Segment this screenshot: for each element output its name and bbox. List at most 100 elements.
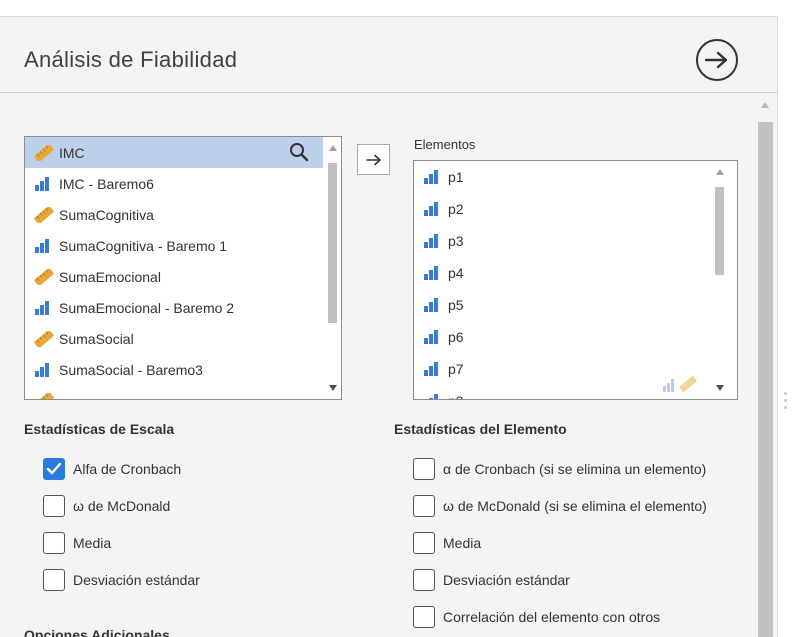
move-to-elements-button[interactable] [357, 144, 390, 175]
option-checkbox[interactable]: Correlación del elemento con otros [413, 606, 660, 628]
ordinal-variable-icon [422, 361, 444, 377]
ordinal-variable-icon [422, 265, 444, 281]
resize-handle[interactable] [783, 392, 789, 416]
list-item-label: SumaSocial - Baremo3 [59, 361, 203, 378]
top-strip [0, 0, 794, 16]
ordinal-variable-icon [422, 297, 444, 313]
checkbox-icon[interactable] [413, 569, 435, 591]
list-item[interactable]: SumaEmocional - Baremo 2 [25, 292, 323, 323]
list-item[interactable]: SumaCognitiva - Baremo 1 [25, 230, 323, 261]
search-icon[interactable] [289, 142, 309, 162]
list-item[interactable]: SumaSocial - Baremo3 [25, 354, 323, 385]
variables-list[interactable]: IMC IMC - Baremo6 SumaCognitiva SumaCogniti… [24, 136, 342, 400]
list-item[interactable]: IMC [25, 137, 323, 168]
scroll-down-icon[interactable] [716, 385, 724, 391]
list-item[interactable]: p5 [414, 289, 710, 321]
ordinal-variable-icon [422, 233, 444, 249]
panel-scroll-thumb[interactable] [758, 122, 773, 637]
list-item-label: p3 [448, 233, 464, 249]
variables-list-scrollbar[interactable] [324, 137, 341, 399]
list-item[interactable]: p2 [414, 193, 710, 225]
elements-list[interactable]: p1 p2 p3 p4 p5 p6 p7 p8 [413, 160, 738, 400]
checkbox-checked-icon[interactable] [43, 458, 65, 480]
checkbox-icon[interactable] [43, 495, 65, 517]
analysis-panel: Análisis de Fiabilidad IMC IMC - Baremo6 S… [0, 16, 778, 637]
ordinal-variable-icon [33, 176, 55, 192]
additional-options-title: Opciones Adicionales [24, 627, 170, 637]
option-label: Correlación del elemento con otros [443, 609, 661, 625]
ordinal-variable-icon [422, 201, 444, 217]
list-item[interactable]: SumaSocial [25, 323, 323, 354]
option-label: Alfa de Cronbach [73, 461, 182, 477]
list-item-label: SumaCognitiva - Baremo 1 [59, 237, 228, 254]
option-checkbox[interactable]: Media [43, 532, 111, 554]
option-label: Desviación estándar [73, 572, 200, 588]
list-item-label: p1 [448, 169, 464, 185]
scale-variable-icon [33, 392, 55, 399]
scroll-up-icon[interactable] [716, 169, 724, 175]
checkbox-icon[interactable] [413, 458, 435, 480]
panel-content: IMC IMC - Baremo6 SumaCognitiva SumaCogniti… [0, 94, 777, 637]
run-arrow-button[interactable] [696, 39, 738, 81]
option-checkbox[interactable]: ω de McDonald [43, 495, 170, 517]
scroll-down-icon[interactable] [329, 385, 337, 391]
list-item-label: SumaEmocional - Baremo 2 [59, 299, 235, 316]
option-label: α de Cronbach (si se elimina un elemento… [443, 461, 707, 477]
list-item-label: p4 [448, 265, 464, 281]
panel-title: Análisis de Fiabilidad [24, 47, 238, 72]
option-checkbox[interactable]: Desviación estándar [43, 569, 200, 591]
list-item-label: p6 [448, 329, 464, 345]
elements-list-scrollbar[interactable] [711, 161, 728, 399]
list-item-label: p5 [448, 297, 464, 313]
panel-header: Análisis de Fiabilidad [0, 17, 777, 93]
list-item-label: IMC [59, 144, 85, 161]
item-stats-title: Estadísticas del Elemento [394, 421, 567, 437]
scale-variable-icon [33, 330, 55, 347]
allowed-types-icon [661, 374, 703, 394]
option-checkbox[interactable]: α de Cronbach (si se elimina un elemento… [413, 458, 706, 480]
list-item-label: IMC - Baremo6 [59, 175, 154, 192]
list-item-label: SumaEmocional [59, 268, 161, 285]
option-checkbox[interactable]: Desviación estándar [413, 569, 570, 591]
list-item[interactable]: p4 [414, 257, 710, 289]
arrow-right-icon [365, 154, 381, 165]
elements-label: Elementos [414, 137, 476, 152]
option-checkbox[interactable]: Alfa de Cronbach [43, 458, 181, 480]
item-stats-options: α de Cronbach (si se elimina un elemento… [390, 444, 753, 634]
ordinal-variable-icon [422, 393, 444, 399]
scale-variable-icon [33, 144, 55, 161]
list-item[interactable]: SumaCognitiva [25, 199, 323, 230]
list-item[interactable] [25, 385, 323, 399]
option-label: Media [443, 535, 482, 551]
arrow-right-circle-icon [704, 51, 728, 69]
list-item[interactable]: p3 [414, 225, 710, 257]
list-item-label: SumaCognitiva [59, 206, 154, 223]
list-item-label: p7 [448, 361, 464, 377]
scale-variable-icon [33, 268, 55, 285]
option-checkbox[interactable]: Media [413, 532, 481, 554]
option-checkbox[interactable]: ω de McDonald (si se elimina el elemento… [413, 495, 707, 517]
list-item[interactable]: p1 [414, 161, 710, 193]
scale-variable-icon [33, 206, 55, 223]
checkbox-icon[interactable] [413, 606, 435, 628]
ordinal-variable-icon [422, 169, 444, 185]
scroll-up-icon[interactable] [329, 145, 337, 151]
list-item-label: p2 [448, 201, 464, 217]
checkbox-icon[interactable] [43, 532, 65, 554]
scale-stats-title: Estadísticas de Escala [24, 421, 175, 437]
list-item[interactable]: SumaEmocional [25, 261, 323, 292]
panel-scrollbar[interactable] [756, 94, 776, 637]
option-label: Desviación estándar [443, 572, 570, 588]
scroll-up-icon[interactable] [761, 102, 769, 108]
list-item-label: SumaSocial [59, 330, 134, 347]
checkbox-icon[interactable] [413, 495, 435, 517]
scroll-thumb[interactable] [715, 187, 724, 275]
checkbox-icon[interactable] [43, 569, 65, 591]
option-label: ω de McDonald (si se elimina el elemento… [443, 498, 707, 514]
list-item[interactable]: IMC - Baremo6 [25, 168, 323, 199]
ordinal-variable-icon [33, 300, 55, 316]
scroll-thumb[interactable] [328, 163, 337, 323]
checkbox-icon[interactable] [413, 532, 435, 554]
list-item[interactable]: p6 [414, 321, 710, 353]
ordinal-variable-icon [33, 238, 55, 254]
